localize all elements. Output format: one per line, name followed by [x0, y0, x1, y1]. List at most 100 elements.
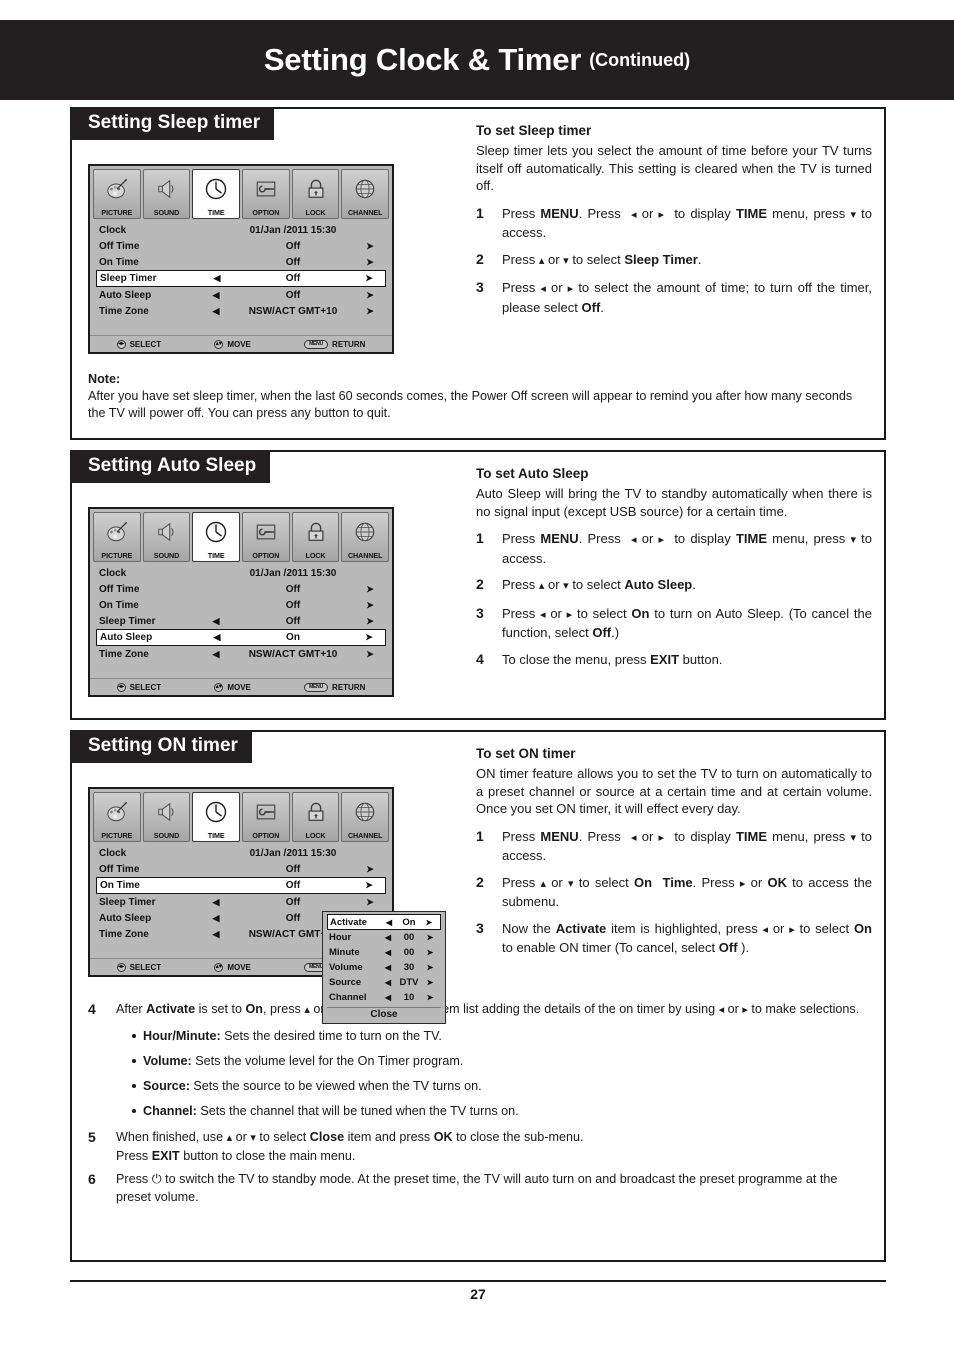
tv-osd-on-timer: PICTURE SOUND TIME OPTION LOCK CHANNEL Clock 0… [88, 787, 446, 1024]
popup-row-hour[interactable]: Hour ◀ 00 ➤ [327, 930, 441, 945]
left-arrow-icon[interactable]: ◀ [379, 963, 397, 972]
row-label: Auto Sleep [100, 632, 153, 643]
popup-row-source[interactable]: Source ◀ DTV ➤ [327, 975, 441, 990]
wrench-screen-icon [243, 170, 289, 208]
left-arrow-icon[interactable]: ◀ [204, 632, 230, 643]
left-arrow-icon[interactable]: ◀ [204, 273, 230, 284]
osd-tab-label: OPTION [252, 831, 280, 840]
right-arrow-icon[interactable]: ➤ [421, 933, 439, 942]
osd-row-sleep-timer[interactable]: Sleep Timer ◀ Off ➤ [96, 894, 386, 910]
right-arrow-icon[interactable]: ➤ [356, 880, 382, 891]
osd-tab-label: OPTION [252, 551, 280, 560]
osd-tab-option[interactable]: OPTION [242, 792, 290, 842]
section-heading-auto-sleep: Setting Auto Sleep [70, 450, 271, 483]
osd-tab-sound[interactable]: SOUND [142, 792, 191, 842]
right-arrow-icon[interactable]: ➤ [357, 241, 383, 252]
osd-tab-label: TIME [207, 831, 225, 840]
right-arrow-icon[interactable]: ➤ [357, 290, 383, 301]
osd-row-sleep-timer[interactable]: Sleep Timer ◀ Off ➤ [96, 270, 386, 287]
osd-row-sleep-timer[interactable]: Sleep Timer ◀ Off ➤ [96, 613, 386, 629]
osd-tab-picture[interactable]: PICTURE [93, 512, 141, 562]
right-arrow-icon[interactable]: ➤ [420, 918, 438, 927]
left-arrow-icon[interactable]: ◀ [203, 306, 229, 317]
globe-icon [342, 793, 388, 831]
osd-row-on-time[interactable]: On Time Off ➤ [96, 254, 386, 270]
right-arrow-icon[interactable]: ➤ [357, 649, 383, 660]
osd-tab-channel[interactable]: CHANNEL [341, 792, 390, 842]
osd-tab-channel[interactable]: CHANNEL [341, 512, 390, 562]
right-arrow-icon[interactable]: ➤ [357, 616, 383, 627]
clock-icon [193, 513, 239, 551]
osd-row-off-time[interactable]: Off Time Off ➤ [96, 861, 386, 877]
osd-tab-option[interactable]: OPTION [242, 169, 290, 219]
osd-row-on-time[interactable]: On Time Off ➤ [96, 597, 386, 613]
note-block: Note: After you have set sleep timer, wh… [88, 371, 870, 422]
osd-tab-time[interactable]: TIME [192, 169, 241, 219]
osd-tab-label: CHANNEL [347, 831, 383, 840]
right-arrow-icon[interactable]: ➤ [357, 584, 383, 595]
left-arrow-icon[interactable]: ◀ [203, 929, 229, 940]
osd-row-on-time[interactable]: On Time Off ➤ [96, 877, 386, 894]
right-arrow-icon[interactable]: ➤ [421, 948, 439, 957]
popup-close-item[interactable]: Close [327, 1007, 441, 1020]
row-value: Off [285, 863, 301, 875]
osd-row-off-time[interactable]: Off Time Off ➤ [96, 581, 386, 597]
osd-row-clock[interactable]: Clock 01/Jan /2011 15:30 [96, 222, 386, 238]
osd-row-clock[interactable]: Clock 01/Jan /2011 15:30 [96, 845, 386, 861]
left-arrow-icon[interactable]: ◀ [379, 978, 397, 987]
osd-tab-channel[interactable]: CHANNEL [341, 169, 390, 219]
right-arrow-icon[interactable]: ➤ [421, 993, 439, 1002]
osd-row-auto-sleep[interactable]: Auto Sleep ◀ Off ➤ [96, 287, 386, 303]
right-arrow-icon[interactable]: ➤ [357, 306, 383, 317]
right-arrow-icon[interactable]: ➤ [357, 257, 383, 268]
osd-tab-sound[interactable]: SOUND [142, 169, 191, 219]
osd-tab-time[interactable]: TIME [192, 512, 241, 562]
osd-tab-lock[interactable]: LOCK [291, 169, 340, 219]
right-arrow-icon[interactable]: ➤ [421, 963, 439, 972]
right-arrow-icon[interactable]: ➤ [357, 897, 383, 908]
right-arrow-icon[interactable]: ➤ [357, 600, 383, 611]
right-arrow-icon[interactable]: ➤ [357, 864, 383, 875]
instruction-step: 6 Press ⏻ to switch the TV to standby mod… [88, 1170, 874, 1206]
popup-row-list: Activate ◀ On ➤ Hour ◀ 00 ➤ Minute ◀ 00 ➤ Volume ◀ 30 ➤… [327, 914, 441, 1005]
osd-tab-bar: PICTURE SOUND TIME OPTION LOCK CHANNEL [90, 789, 392, 842]
osd-row-clock[interactable]: Clock 01/Jan /2011 15:30 [96, 565, 386, 581]
left-arrow-icon[interactable]: ◀ [379, 948, 397, 957]
osd-tab-lock[interactable]: LOCK [291, 512, 340, 562]
osd-tab-sound[interactable]: SOUND [142, 512, 191, 562]
left-arrow-icon[interactable]: ◀ [203, 290, 229, 301]
right-arrow-icon[interactable]: ➤ [356, 632, 382, 643]
left-arrow-icon[interactable]: ◀ [379, 933, 397, 942]
osd-row-off-time[interactable]: Off Time Off ➤ [96, 238, 386, 254]
left-arrow-icon[interactable]: ◀ [203, 649, 229, 660]
osd-tab-time[interactable]: TIME [192, 792, 241, 842]
globe-icon [342, 170, 388, 208]
osd-tab-option[interactable]: OPTION [242, 512, 290, 562]
up-down-key-icon: ▴▾ [214, 962, 224, 972]
osd-row-time-zone[interactable]: Time Zone ◀ NSW/ACT GMT+10 ➤ [96, 303, 386, 319]
osd-hint-select: ◂▸ SELECT [116, 682, 161, 692]
osd-tab-label: CHANNEL [347, 208, 383, 217]
bullet-item: Source: Sets the source to be viewed whe… [132, 1077, 874, 1095]
left-arrow-icon[interactable]: ◀ [380, 918, 398, 927]
row-value: 00 [403, 947, 415, 958]
popup-row-volume[interactable]: Volume ◀ 30 ➤ [327, 960, 441, 975]
osd-row-time-zone[interactable]: Time Zone ◀ NSW/ACT GMT+10 ➤ [96, 646, 386, 662]
right-arrow-icon[interactable]: ➤ [356, 273, 382, 284]
osd-tab-lock[interactable]: LOCK [291, 792, 340, 842]
osd-row-auto-sleep[interactable]: Auto Sleep ◀ On ➤ [96, 629, 386, 646]
osd-tab-label: PICTURE [101, 208, 133, 217]
left-arrow-icon[interactable]: ◀ [203, 913, 229, 924]
popup-row-minute[interactable]: Minute ◀ 00 ➤ [327, 945, 441, 960]
padlock-icon [293, 793, 339, 831]
popup-row-channel[interactable]: Channel ◀ 10 ➤ [327, 990, 441, 1005]
osd-tab-picture[interactable]: PICTURE [93, 792, 141, 842]
popup-row-activate[interactable]: Activate ◀ On ➤ [327, 914, 441, 930]
left-arrow-icon[interactable]: ◀ [203, 616, 229, 627]
instruction-step: 3 Press ◂ or ▸ to select On to turn on Au… [476, 605, 872, 642]
instruction-step: 1 Press MENU. Press ◂ or ▸ to display TIM… [476, 530, 872, 567]
osd-tab-picture[interactable]: PICTURE [93, 169, 141, 219]
left-arrow-icon[interactable]: ◀ [379, 993, 397, 1002]
left-arrow-icon[interactable]: ◀ [203, 897, 229, 908]
right-arrow-icon[interactable]: ➤ [421, 978, 439, 987]
